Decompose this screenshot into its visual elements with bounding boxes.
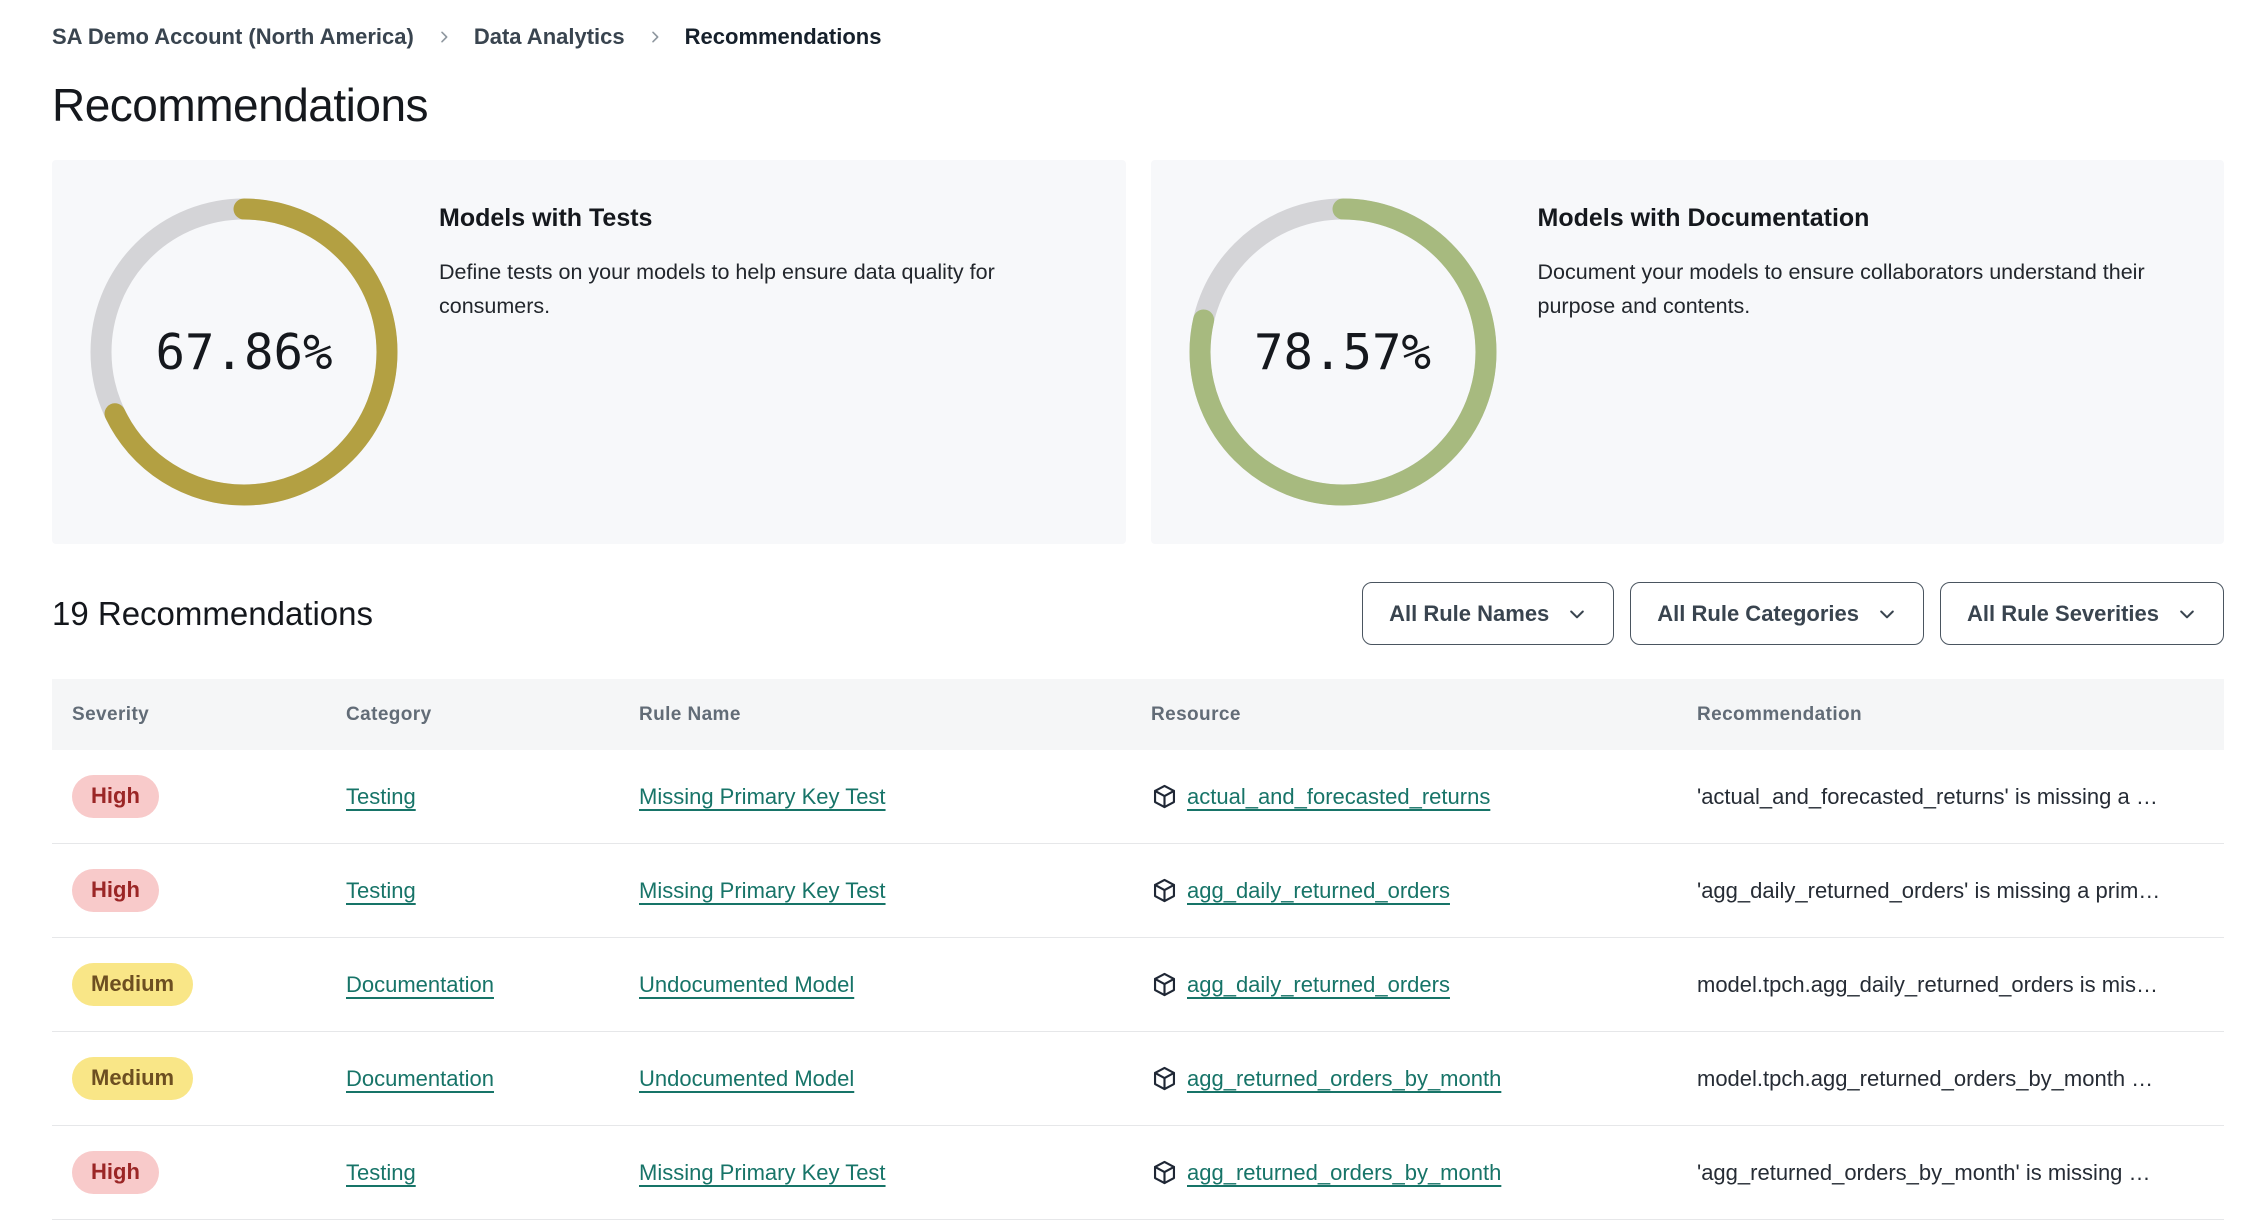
severity-badge: High (72, 775, 159, 818)
tests-card-title: Models with Tests (439, 204, 653, 232)
docs-donut-chart: 78.57% (1183, 192, 1503, 512)
breadcrumb-item[interactable]: SA Demo Account (North America) (52, 24, 414, 50)
filter-dropdown[interactable]: All Rule Names (1362, 582, 1615, 645)
category-link[interactable]: Documentation (346, 972, 494, 997)
metric-cards: 67.86% Models with Tests Define tests on… (52, 160, 2224, 544)
model-cube-icon (1153, 878, 1176, 903)
resource-link[interactable]: actual_and_forecasted_returns (1187, 784, 1490, 810)
recommendation-text: 'agg_returned_orders_by_month' is missin… (1697, 1159, 2151, 1185)
recommendation-text: model.tpch.agg_returned_orders_by_month … (1697, 1065, 2154, 1091)
tests-percent-value: 67.86% (155, 323, 333, 381)
table-header-row: Severity Category Rule Name Resource Rec… (52, 679, 2224, 750)
filter-group: All Rule Names All Rule Categories All R… (1362, 582, 2224, 645)
recommendations-count: 19 Recommendations (52, 594, 374, 632)
column-resource: Resource (1151, 703, 1241, 725)
column-rule-name: Rule Name (639, 703, 741, 725)
table-row: High Testing Missing Primary Key Test ag… (52, 1126, 2224, 1220)
filter-label: All Rule Names (1389, 600, 1550, 626)
rule-name-link[interactable]: Undocumented Model (639, 972, 854, 997)
recommendation-text: model.tpch.agg_daily_returned_orders is … (1697, 971, 2159, 997)
table-row: Medium Documentation Undocumented Model … (52, 1032, 2224, 1126)
severity-badge: Medium (72, 963, 194, 1006)
column-category: Category (346, 703, 432, 725)
model-cube-icon (1153, 784, 1176, 809)
tests-donut-chart: 67.86% (84, 192, 404, 512)
rule-name-link[interactable]: Undocumented Model (639, 1066, 854, 1091)
model-cube-icon (1153, 1066, 1176, 1091)
recommendations-table: Severity Category Rule Name Resource Rec… (52, 679, 2224, 1220)
column-recommendation: Recommendation (1697, 703, 1863, 725)
page-title: Recommendations (52, 79, 429, 131)
table-row: High Testing Missing Primary Key Test ag… (52, 844, 2224, 938)
category-link[interactable]: Testing (346, 1160, 416, 1185)
filter-dropdown[interactable]: All Rule Categories (1630, 582, 1925, 645)
model-cube-icon (1153, 972, 1176, 997)
resource-link[interactable]: agg_returned_orders_by_month (1187, 1160, 1501, 1186)
category-link[interactable]: Testing (346, 784, 416, 809)
breadcrumb: SA Demo Account (North America) Data Ana… (52, 24, 2224, 50)
filter-dropdown[interactable]: All Rule Severities (1940, 582, 2224, 645)
chevron-down-icon (1570, 610, 1585, 618)
resource-link[interactable]: agg_returned_orders_by_month (1187, 1066, 1501, 1092)
chevron-down-icon (2180, 610, 2194, 618)
filter-label: All Rule Categories (1657, 600, 1860, 626)
severity-badge: High (72, 1151, 159, 1194)
resource-link[interactable]: agg_daily_returned_orders (1187, 878, 1450, 904)
docs-percent-value: 78.57% (1253, 323, 1431, 381)
table-row: High Testing Missing Primary Key Test ac… (52, 750, 2224, 844)
chevron-down-icon (1880, 610, 1894, 618)
tests-card-description: Define tests on your models to help ensu… (439, 260, 995, 319)
category-link[interactable]: Testing (346, 878, 416, 903)
rule-name-link[interactable]: Missing Primary Key Test (639, 1160, 886, 1185)
docs-card-title: Models with Documentation (1537, 204, 1870, 232)
models-with-documentation-card: 78.57% Models with Documentation Documen… (1150, 160, 2224, 544)
resource-link[interactable]: agg_daily_returned_orders (1187, 972, 1450, 998)
model-cube-icon (1153, 1160, 1176, 1185)
models-with-tests-card: 67.86% Models with Tests Define tests on… (52, 160, 1126, 544)
category-link[interactable]: Documentation (346, 1066, 494, 1091)
filter-label: All Rule Severities (1967, 600, 2159, 626)
severity-badge: Medium (72, 1057, 194, 1100)
chevron-right-icon (647, 29, 663, 45)
rule-name-link[interactable]: Missing Primary Key Test (639, 784, 886, 809)
column-severity: Severity (72, 703, 150, 725)
severity-badge: High (72, 869, 159, 912)
docs-card-description: Document your models to ensure collabora… (1537, 260, 2145, 319)
rule-name-link[interactable]: Missing Primary Key Test (639, 878, 886, 903)
recommendation-text: 'agg_daily_returned_orders' is missing a… (1697, 877, 2161, 903)
list-toolbar: 19 Recommendations All Rule Names All Ru… (52, 582, 2224, 645)
breadcrumb-item[interactable]: Data Analytics (474, 24, 625, 50)
recommendation-text: 'actual_and_forecasted_returns' is missi… (1697, 783, 2158, 809)
breadcrumb-item: Recommendations (684, 24, 882, 49)
chevron-right-icon (436, 29, 452, 45)
table-row: Medium Documentation Undocumented Model … (52, 938, 2224, 1032)
